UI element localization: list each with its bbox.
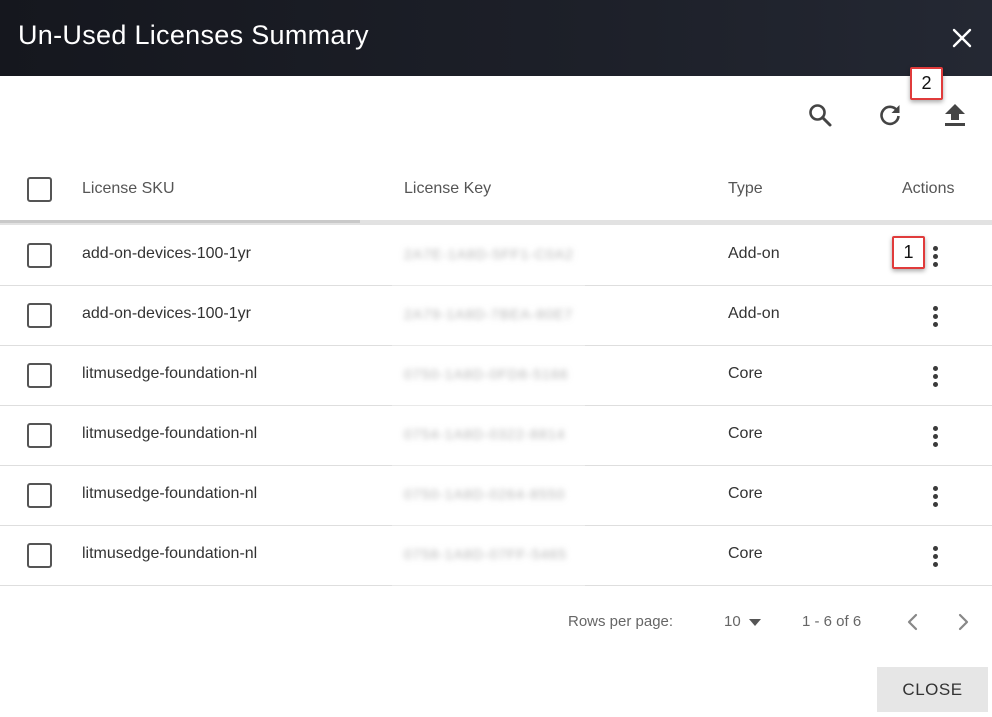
- dialog-title: Un-Used Licenses Summary: [18, 20, 369, 50]
- row-actions-menu-icon[interactable]: [922, 240, 948, 272]
- chevron-right-icon[interactable]: [950, 608, 976, 636]
- select-all-checkbox[interactable]: [27, 177, 52, 202]
- callout-marker-1: 1: [892, 236, 925, 269]
- column-header-actions: Actions: [902, 180, 955, 197]
- licenses-summary-dialog: Un-Used Licenses Summary 2 License SKU L…: [0, 0, 992, 717]
- license-type: Core: [728, 365, 763, 382]
- license-sku: litmusedge-foundation-nl: [82, 485, 258, 502]
- rows-per-page-select[interactable]: 10: [724, 613, 761, 630]
- license-sku: litmusedge-foundation-nl: [82, 545, 258, 562]
- row-actions-menu-icon[interactable]: [922, 360, 948, 392]
- callout-marker-2: 2: [910, 67, 943, 100]
- upload-icon[interactable]: [938, 98, 972, 132]
- license-sku: add-on-devices-100-1yr: [82, 305, 251, 322]
- row-actions-menu-icon[interactable]: [922, 300, 948, 332]
- caret-down-icon: [748, 618, 761, 626]
- row-checkbox[interactable]: [27, 303, 52, 328]
- row-checkbox[interactable]: [27, 543, 52, 568]
- rows-per-page-value: 10: [724, 613, 741, 630]
- column-header-type[interactable]: Type: [728, 180, 763, 198]
- search-icon[interactable]: [803, 98, 837, 132]
- license-type: Core: [728, 545, 763, 562]
- license-key-privacy-mask: [392, 226, 585, 586]
- refresh-icon[interactable]: [873, 98, 907, 132]
- dialog-title-bar: Un-Used Licenses Summary: [0, 0, 992, 76]
- column-header-sku[interactable]: License SKU: [82, 180, 175, 198]
- header-sort-indicator: [0, 220, 360, 223]
- row-checkbox[interactable]: [27, 483, 52, 508]
- license-type: Add-on: [728, 245, 780, 262]
- license-sku: litmusedge-foundation-nl: [82, 365, 258, 382]
- row-checkbox[interactable]: [27, 423, 52, 448]
- close-icon[interactable]: [946, 22, 978, 54]
- row-checkbox[interactable]: [27, 243, 52, 268]
- row-checkbox[interactable]: [27, 363, 52, 388]
- license-type: Core: [728, 425, 763, 442]
- chevron-left-icon[interactable]: [900, 608, 926, 636]
- rows-per-page-label: Rows per page:: [568, 613, 674, 630]
- license-type: Core: [728, 485, 763, 502]
- license-sku: add-on-devices-100-1yr: [82, 245, 251, 262]
- column-header-key[interactable]: License Key: [404, 180, 491, 198]
- row-actions-menu-icon[interactable]: [922, 540, 948, 572]
- license-sku: litmusedge-foundation-nl: [82, 425, 258, 442]
- close-button[interactable]: CLOSE: [877, 667, 988, 712]
- page-range: 1 - 6 of 6: [802, 613, 862, 630]
- license-type: Add-on: [728, 305, 780, 322]
- row-actions-menu-icon[interactable]: [922, 480, 948, 512]
- row-actions-menu-icon[interactable]: [922, 420, 948, 452]
